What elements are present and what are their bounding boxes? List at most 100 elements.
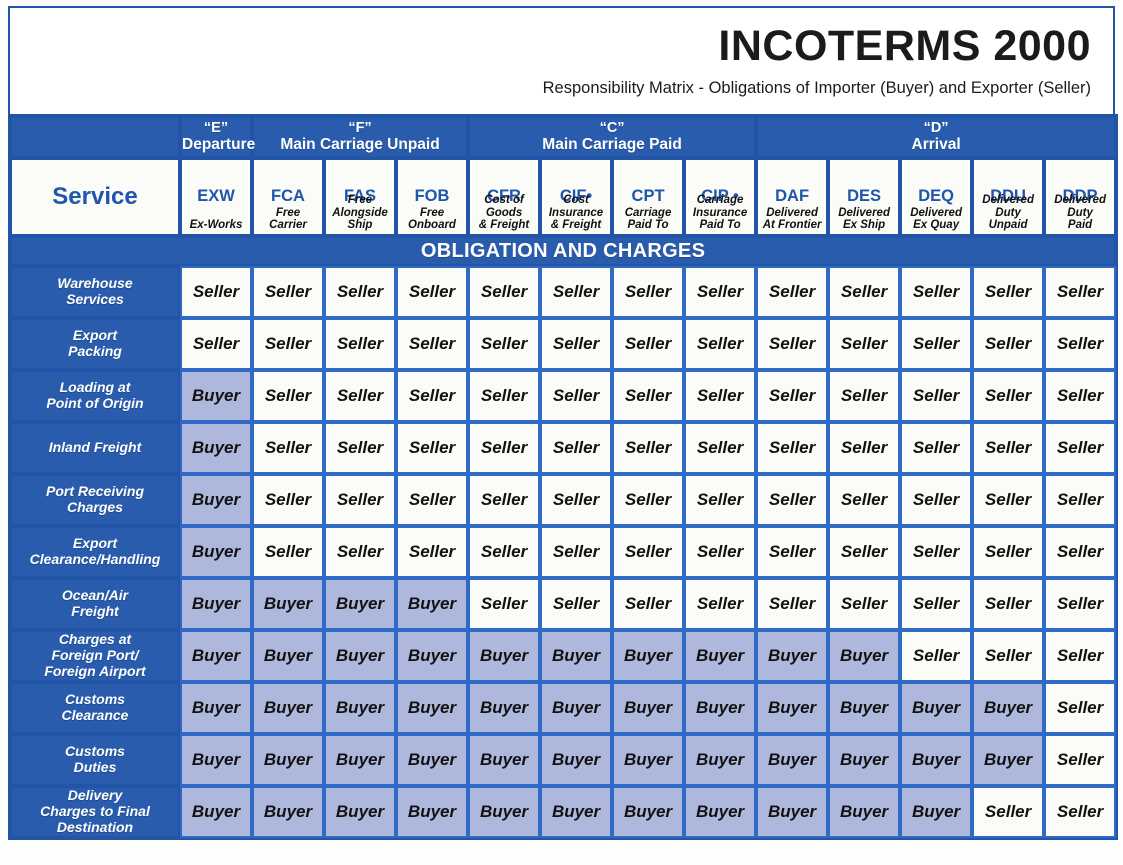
- responsibility-cell: Buyer: [468, 682, 541, 734]
- incoterm-expansion: Delivered Duty Paid: [1054, 194, 1106, 231]
- responsibility-cell: Seller: [180, 266, 252, 318]
- incoterm-code: FCA: [271, 187, 305, 206]
- responsibility-cell: Seller: [612, 370, 685, 422]
- responsibility-cell: Seller: [756, 266, 829, 318]
- obligation-and-charges-banner: OBLIGATION AND CHARGES: [10, 236, 1117, 266]
- responsibility-cell: Seller: [396, 422, 469, 474]
- title-text-block: INCOTERMS 2000 Responsibility Matrix - O…: [330, 8, 1113, 114]
- responsibility-cell: Seller: [324, 526, 396, 578]
- responsibility-cell: Seller: [612, 474, 685, 526]
- group-header-corner: [10, 116, 180, 158]
- responsibility-cell: Seller: [972, 474, 1045, 526]
- responsibility-cell: Buyer: [900, 786, 973, 838]
- responsibility-cell: Buyer: [612, 682, 685, 734]
- incoterm-code: EXW: [197, 187, 235, 206]
- responsibility-cell: Seller: [684, 422, 757, 474]
- group-name: Departure: [182, 136, 256, 154]
- row-label-ocean-air: Ocean/Air Freight: [10, 578, 180, 630]
- responsibility-cell: Seller: [828, 578, 901, 630]
- responsibility-cell: Buyer: [756, 786, 829, 838]
- responsibility-cell: Seller: [324, 318, 396, 370]
- responsibility-cell: Seller: [756, 422, 829, 474]
- responsibility-cell: Seller: [396, 318, 469, 370]
- responsibility-cell: Seller: [396, 474, 469, 526]
- table-row: Delivery Charges to Final Destination Buyer…: [10, 786, 1117, 838]
- responsibility-cell: Seller: [684, 266, 757, 318]
- group-name: Main Carriage Unpaid: [280, 136, 440, 154]
- responsibility-cell: Seller: [468, 578, 541, 630]
- responsibility-cell: Seller: [828, 422, 901, 474]
- responsibility-cell: Seller: [972, 370, 1045, 422]
- row-label-port-receiving: Port Receiving Charges: [10, 474, 180, 526]
- row-label-customs: Customs Clearance: [10, 682, 180, 734]
- responsibility-cell: Seller: [324, 474, 396, 526]
- group-letter: “C”: [599, 120, 625, 137]
- responsibility-cell: Seller: [612, 266, 685, 318]
- responsibility-cell: Buyer: [324, 578, 396, 630]
- responsibility-cell: Seller: [396, 370, 469, 422]
- responsibility-cell: Buyer: [828, 786, 901, 838]
- responsibility-cell: Buyer: [180, 578, 252, 630]
- table-row: Port Receiving Charges Buyer Seller Seller Se…: [10, 474, 1117, 526]
- incoterm-expansion: Delivered Ex Quay: [910, 206, 962, 231]
- incoterm-expansion: Delivered Duty Unpaid: [982, 194, 1034, 231]
- responsibility-cell: Buyer: [252, 734, 324, 786]
- group-name: Main Carriage Paid: [542, 136, 682, 154]
- responsibility-cell: Buyer: [396, 682, 469, 734]
- responsibility-cell: Seller: [1044, 734, 1117, 786]
- incoterm-expansion: Carriage Insurance Paid To: [692, 194, 748, 231]
- responsibility-cell: Seller: [468, 266, 541, 318]
- responsibility-cell: Seller: [972, 422, 1045, 474]
- page-title: INCOTERMS 2000: [718, 21, 1091, 70]
- incoterm-expansion: Ex-Works: [189, 218, 243, 231]
- group-header-main-carriage-unpaid: “F” Main Carriage Unpaid: [252, 116, 469, 158]
- responsibility-cell: Seller: [324, 422, 396, 474]
- column-code-row: Service EXW Ex-Works FCA Free Carrier FAS Free A…: [10, 158, 1117, 236]
- responsibility-cell: Buyer: [180, 682, 252, 734]
- group-header-row: “E” Departure “F” Main Carriage Unpaid “C” Ma…: [10, 116, 1117, 158]
- responsibility-cell: Seller: [180, 318, 252, 370]
- responsibility-cell: Buyer: [540, 734, 613, 786]
- responsibility-cell: Buyer: [756, 630, 829, 682]
- incoterm-expansion: Free Onboard: [408, 206, 456, 231]
- incoterm-code: DES: [847, 187, 882, 206]
- responsibility-cell: Buyer: [180, 474, 252, 526]
- incoterm-expansion: Delivered Ex Ship: [838, 206, 890, 231]
- responsibility-cell: Seller: [900, 526, 973, 578]
- responsibility-cell: Seller: [684, 318, 757, 370]
- table-row: Inland Freight Buyer Seller Seller Seller Sel…: [10, 422, 1117, 474]
- responsibility-cell: Seller: [1044, 370, 1117, 422]
- table-row: Export Clearance/Handling Buyer Seller Selle…: [10, 526, 1117, 578]
- responsibility-cell: Seller: [828, 474, 901, 526]
- incoterm-expansion: Delivered At Frontier: [762, 206, 822, 231]
- responsibility-cell: Seller: [684, 526, 757, 578]
- responsibility-cell: Seller: [1044, 318, 1117, 370]
- responsibility-cell: Buyer: [540, 682, 613, 734]
- responsibility-cell: Buyer: [180, 734, 252, 786]
- group-letter: “D”: [923, 120, 949, 137]
- responsibility-cell: Buyer: [252, 682, 324, 734]
- group-header-departure: “E” Departure: [180, 116, 256, 158]
- responsibility-cell: Seller: [252, 526, 324, 578]
- responsibility-cell: Buyer: [540, 630, 613, 682]
- incoterm-code: DEQ: [918, 187, 954, 206]
- responsibility-cell: Seller: [540, 422, 613, 474]
- responsibility-cell: Buyer: [180, 786, 252, 838]
- responsibility-cell: Seller: [684, 370, 757, 422]
- table-row: Warehouse Services Seller Seller Seller Selle…: [10, 266, 1117, 318]
- column-header-fca: FCA Free Carrier: [252, 158, 324, 236]
- responsibility-cell: Seller: [468, 422, 541, 474]
- responsibility-cell: Buyer: [468, 630, 541, 682]
- responsibility-cell: Buyer: [468, 786, 541, 838]
- responsibility-cell: Buyer: [252, 786, 324, 838]
- group-header-arrival: “D” Arrival: [756, 116, 1117, 158]
- service-column-header: Service: [10, 158, 180, 236]
- column-header-exw: EXW Ex-Works: [180, 158, 252, 236]
- responsibility-cell: Seller: [252, 474, 324, 526]
- responsibility-cell: Buyer: [324, 786, 396, 838]
- responsibility-cell: Buyer: [180, 422, 252, 474]
- responsibility-cell: Seller: [324, 266, 396, 318]
- column-header-cif: CIF• Cost Insurance & Freight: [540, 158, 613, 236]
- responsibility-cell: Buyer: [828, 630, 901, 682]
- responsibility-cell: Seller: [252, 422, 324, 474]
